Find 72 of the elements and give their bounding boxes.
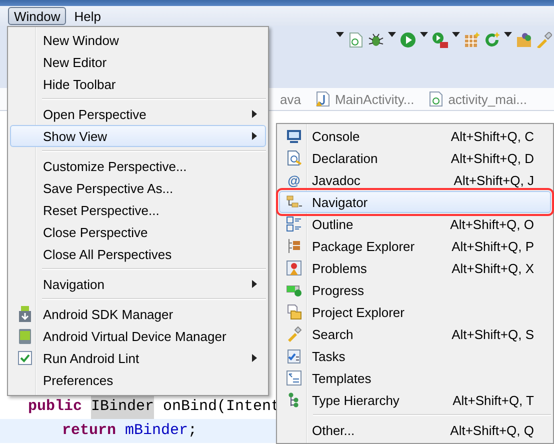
- clipboard-check-icon: [286, 348, 302, 364]
- menu-item[interactable]: Type Hierarchy Alt+Shift+Q, T: [279, 389, 551, 411]
- play-toolbox-icon: [432, 32, 448, 48]
- bug-icon: [368, 32, 384, 48]
- menu-item[interactable]: Problems Alt+Shift+Q, X: [279, 257, 551, 279]
- shortcut-label: Alt+Shift+Q, O: [450, 216, 535, 232]
- xml-file-icon: [428, 91, 444, 107]
- menu-item[interactable]: Close All Perspectives: [10, 243, 266, 265]
- editor-tab[interactable]: activity_mai...: [448, 92, 527, 106]
- caret-icon: [388, 32, 396, 37]
- menu-item[interactable]: Hide Toolbar: [10, 73, 266, 95]
- menu-item[interactable]: New Editor: [10, 51, 266, 73]
- folder-icon: [516, 32, 532, 48]
- tree-icon: [286, 238, 302, 254]
- menu-item[interactable]: Tasks: [279, 345, 551, 367]
- template-icon: [286, 370, 302, 386]
- menu-item[interactable]: Android Virtual Device Manager: [10, 325, 266, 347]
- document-icon: [286, 150, 302, 166]
- document-icon: [348, 32, 364, 48]
- menu-item[interactable]: Project Explorer: [279, 301, 551, 323]
- shortcut-label: Alt+Shift+Q, Q: [450, 422, 535, 438]
- grid-icon: [464, 32, 480, 48]
- warning-board-icon: [286, 260, 302, 276]
- menu-bar-item[interactable]: Help: [68, 7, 107, 25]
- menu-item[interactable]: Declaration Alt+Shift+Q, D: [279, 147, 551, 169]
- menu-item[interactable]: Run Android Lint: [10, 347, 266, 369]
- menu-item[interactable]: Templates: [279, 367, 551, 389]
- checkbox-icon: [17, 350, 33, 366]
- device-icon: [17, 328, 33, 344]
- menu-item[interactable]: @ Javadoc Alt+Shift+Q, J: [279, 169, 551, 191]
- folder-tree-icon: [286, 194, 302, 210]
- caret-icon: [336, 32, 344, 37]
- shortcut-label: Alt+Shift+Q, C: [450, 128, 535, 144]
- menu-item[interactable]: Save Perspective As...: [10, 177, 266, 199]
- menu-item[interactable]: Customize Perspective...: [10, 155, 266, 177]
- menu-item[interactable]: Other... Alt+Shift+Q, Q: [279, 419, 551, 441]
- editor-tab[interactable]: MainActivity...: [334, 92, 414, 106]
- menu-item[interactable]: Close Perspective: [10, 221, 266, 243]
- shortcut-label: Alt+Shift+Q, D: [450, 150, 535, 166]
- download-icon: [17, 306, 33, 322]
- play-icon: [400, 32, 416, 48]
- menu-item[interactable]: Search Alt+Shift+Q, S: [279, 323, 551, 345]
- shortcut-label: Alt+Shift+Q, T: [452, 392, 535, 408]
- menu-item[interactable]: Navigation: [10, 273, 266, 295]
- flashlight-icon: [286, 326, 302, 342]
- java-file-icon: [314, 91, 331, 107]
- caret-icon: [420, 32, 428, 37]
- menu-item[interactable]: New Window: [10, 29, 266, 51]
- menu-item[interactable]: Navigator: [279, 191, 551, 213]
- menu-item[interactable]: Package Explorer Alt+Shift+Q, P: [279, 235, 551, 257]
- editor-tab[interactable]: ava: [280, 92, 301, 106]
- menu-bar-item[interactable]: Window: [8, 7, 66, 25]
- folder-icon: [286, 304, 302, 320]
- monitor-icon: [286, 128, 302, 144]
- menu-item[interactable]: Preferences: [10, 369, 266, 391]
- refresh-plus-icon: [484, 32, 500, 48]
- at-sign-icon: @: [288, 172, 300, 188]
- shortcut-label: Alt+Shift+Q, P: [452, 238, 535, 254]
- menu-item[interactable]: Open Perspective: [10, 103, 266, 125]
- caret-icon: [452, 32, 460, 37]
- menu-item[interactable]: Reset Perspective...: [10, 199, 266, 221]
- caret-icon: [504, 32, 512, 37]
- flashlight-icon: [536, 32, 552, 48]
- menu-item[interactable]: Progress: [279, 279, 551, 301]
- shortcut-label: Alt+Shift+Q, X: [452, 260, 535, 276]
- menu-item[interactable]: Outline Alt+Shift+Q, O: [279, 213, 551, 235]
- menu-item[interactable]: Show View: [10, 125, 266, 147]
- shortcut-label: Alt+Shift+Q, S: [452, 326, 535, 342]
- menu-item[interactable]: Console Alt+Shift+Q, C: [279, 125, 551, 147]
- menu-item[interactable]: Android SDK Manager: [10, 303, 266, 325]
- list-icon: [286, 216, 302, 232]
- shortcut-label: Alt+Shift+Q, J: [454, 172, 535, 188]
